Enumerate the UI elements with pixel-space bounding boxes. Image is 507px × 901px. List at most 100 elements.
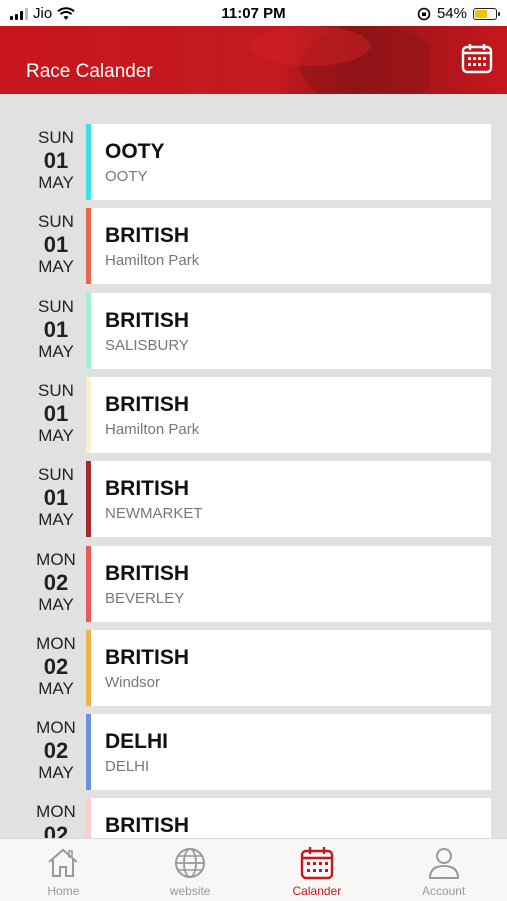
race-card[interactable]: BRITISH BEVERLEY bbox=[86, 546, 491, 622]
race-color-bar bbox=[86, 546, 91, 622]
race-color-bar bbox=[86, 124, 91, 200]
tab-website[interactable]: website bbox=[127, 839, 254, 901]
race-date: SUN 01 MAY bbox=[20, 128, 92, 193]
race-day-number: 01 bbox=[43, 148, 69, 173]
tab-account[interactable]: Account bbox=[380, 839, 507, 901]
tab-home[interactable]: Home bbox=[0, 839, 127, 901]
race-card[interactable]: BRITISH SALISBURY bbox=[86, 293, 491, 369]
race-venue: BRITISH bbox=[105, 562, 189, 585]
race-date: SUN 01 MAY bbox=[20, 297, 92, 362]
race-day-of-week: SUN bbox=[38, 465, 74, 484]
race-row[interactable]: SUN 01 MAY BRITISH Hamilton Park bbox=[0, 377, 507, 453]
calendar-icon[interactable] bbox=[461, 42, 493, 74]
race-color-bar bbox=[86, 293, 91, 369]
race-date: MON 02 MAY bbox=[20, 550, 92, 615]
race-day-number: 01 bbox=[43, 317, 69, 342]
tab-calendar-label: Calander bbox=[292, 884, 342, 898]
race-track: DELHI bbox=[105, 758, 150, 775]
race-venue: BRITISH bbox=[105, 224, 189, 247]
race-day-number: 02 bbox=[43, 570, 69, 595]
race-day-number: 01 bbox=[43, 232, 69, 257]
race-venue: OOTY bbox=[105, 140, 165, 163]
race-day-number: 02 bbox=[43, 822, 69, 838]
race-date: MON 02 MAY bbox=[20, 718, 92, 783]
race-row[interactable]: MON 02 MAY DELHI DELHI bbox=[0, 714, 507, 790]
user-icon bbox=[428, 848, 459, 879]
race-list[interactable]: SUN 01 MAY OOTY OOTY SUN 01 MAY BRITISH Hamilton … bbox=[0, 94, 507, 838]
race-row[interactable]: SUN 01 MAY BRITISH Hamilton Park bbox=[0, 208, 507, 284]
race-color-bar bbox=[86, 714, 91, 790]
race-card[interactable]: BRITISH bbox=[86, 798, 491, 838]
race-color-bar bbox=[86, 630, 91, 706]
race-row[interactable]: MON 02 BRITISH bbox=[0, 798, 507, 838]
tab-website-label: website bbox=[169, 884, 211, 898]
race-day-of-week: SUN bbox=[38, 128, 74, 147]
race-month: MAY bbox=[38, 342, 74, 361]
battery-level-fill bbox=[475, 9, 487, 18]
race-venue: BRITISH bbox=[105, 393, 189, 416]
race-month: MAY bbox=[38, 679, 74, 698]
race-day-of-week: SUN bbox=[38, 381, 74, 400]
race-venue: BRITISH bbox=[105, 309, 189, 332]
race-row[interactable]: SUN 01 MAY BRITISH NEWMARKET bbox=[0, 461, 507, 537]
race-date: SUN 01 MAY bbox=[20, 381, 92, 446]
race-row[interactable]: SUN 01 MAY BRITISH SALISBURY bbox=[0, 293, 507, 369]
race-day-of-week: MON bbox=[36, 802, 76, 821]
race-day-number: 02 bbox=[43, 738, 69, 763]
race-date: MON 02 bbox=[20, 802, 92, 838]
race-venue: BRITISH bbox=[105, 646, 189, 669]
race-date: MON 02 MAY bbox=[20, 634, 92, 699]
home-icon bbox=[48, 848, 79, 877]
race-track: SALISBURY bbox=[105, 337, 189, 354]
race-color-bar bbox=[86, 461, 91, 537]
tab-bar: Home website Calander Account bbox=[0, 838, 507, 901]
battery-charging-icon bbox=[473, 7, 500, 20]
tab-calendar[interactable]: Calander bbox=[254, 839, 381, 901]
race-day-number: 01 bbox=[43, 401, 69, 426]
race-color-bar bbox=[86, 377, 91, 453]
header-background-image bbox=[250, 26, 430, 94]
race-color-bar bbox=[86, 798, 91, 838]
race-venue: BRITISH bbox=[105, 477, 189, 500]
race-date: SUN 01 MAY bbox=[20, 465, 92, 530]
page-title: Race Calander bbox=[26, 61, 153, 82]
race-month: MAY bbox=[38, 257, 74, 276]
race-date: SUN 01 MAY bbox=[20, 212, 92, 277]
race-track: Windsor bbox=[105, 674, 161, 691]
race-row[interactable]: SUN 01 MAY OOTY OOTY bbox=[0, 124, 507, 200]
tab-home-label: Home bbox=[47, 884, 80, 898]
race-venue: DELHI bbox=[105, 730, 168, 753]
race-row[interactable]: MON 02 MAY BRITISH Windsor bbox=[0, 630, 507, 706]
race-day-of-week: SUN bbox=[38, 297, 74, 316]
race-card[interactable]: BRITISH Hamilton Park bbox=[86, 377, 491, 453]
orientation-lock-icon bbox=[417, 7, 431, 20]
race-track: NEWMARKET bbox=[105, 505, 203, 522]
status-bar: Jio 11:07 PM 54% bbox=[0, 0, 507, 26]
tab-account-label: Account bbox=[421, 884, 466, 898]
app-header: Race Calander bbox=[0, 26, 507, 94]
race-track: OOTY bbox=[105, 168, 148, 185]
race-day-of-week: SUN bbox=[38, 212, 74, 231]
race-month: MAY bbox=[38, 510, 74, 529]
globe-icon bbox=[175, 848, 206, 878]
race-month: MAY bbox=[38, 173, 74, 192]
race-day-number: 02 bbox=[43, 654, 69, 679]
race-card[interactable]: BRITISH Windsor bbox=[86, 630, 491, 706]
race-color-bar bbox=[86, 208, 91, 284]
race-card[interactable]: DELHI DELHI bbox=[86, 714, 491, 790]
race-day-of-week: MON bbox=[36, 550, 76, 569]
race-month: MAY bbox=[38, 763, 74, 782]
race-card[interactable]: BRITISH NEWMARKET bbox=[86, 461, 491, 537]
race-track: Hamilton Park bbox=[105, 252, 200, 269]
race-track: BEVERLEY bbox=[105, 590, 185, 607]
race-card[interactable]: BRITISH Hamilton Park bbox=[86, 208, 491, 284]
race-day-of-week: MON bbox=[36, 718, 76, 737]
race-day-number: 01 bbox=[43, 485, 69, 510]
race-card[interactable]: OOTY OOTY bbox=[86, 124, 491, 200]
battery-percent: 54% bbox=[436, 5, 467, 22]
race-month: MAY bbox=[38, 595, 74, 614]
race-track: Hamilton Park bbox=[105, 421, 200, 438]
race-day-of-week: MON bbox=[36, 634, 76, 653]
race-month: MAY bbox=[38, 426, 74, 445]
race-row[interactable]: MON 02 MAY BRITISH BEVERLEY bbox=[0, 546, 507, 622]
